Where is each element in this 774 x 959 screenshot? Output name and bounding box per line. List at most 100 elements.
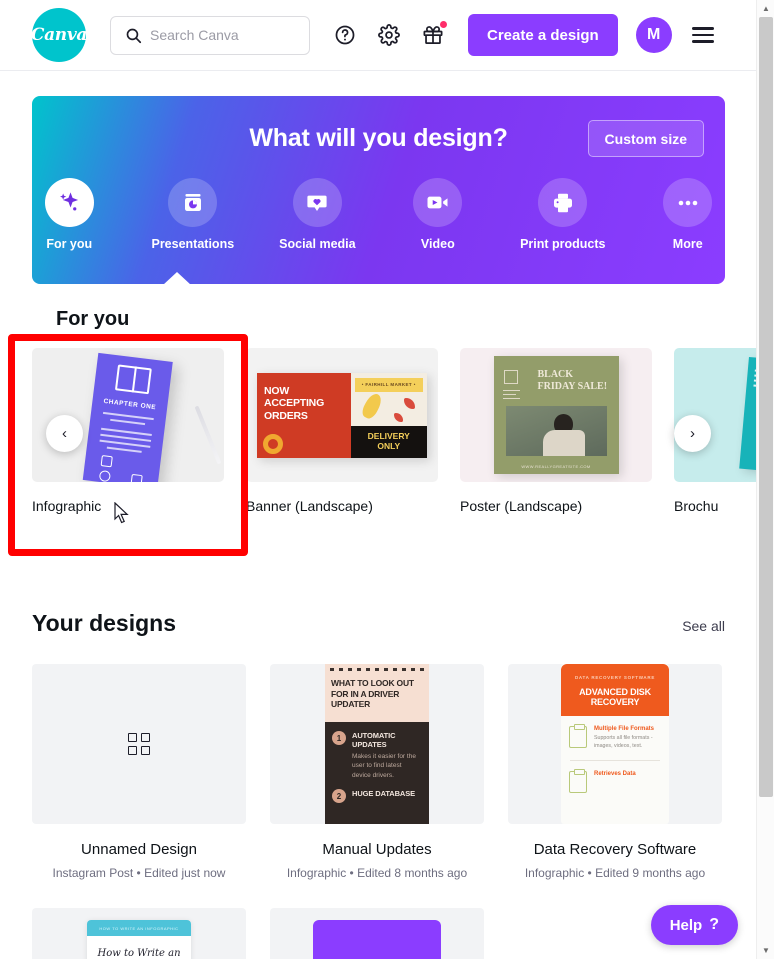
orange-slice-decoration <box>263 433 283 454</box>
help-button-label: Help <box>669 916 703 934</box>
category-label: Print products <box>520 237 606 251</box>
category-label: Social media <box>279 237 356 251</box>
category-print-products[interactable]: Print products <box>520 178 606 251</box>
search-input[interactable] <box>142 16 341 54</box>
chart-icon <box>569 768 587 793</box>
banner-line-1: NOW <box>264 384 290 397</box>
thumbnail-eyebrow: HOW TO WRITE AN INFOGRAPHIC <box>87 920 191 936</box>
poster-mockup: BLACK FRIDAY SALE! WWW.REALLYGREATSITE.C… <box>493 356 619 474</box>
scrollbar-up-arrow[interactable]: ▲ <box>757 0 774 17</box>
question-mark-icon: ? <box>709 916 719 933</box>
poster-line-2: FRIDAY SALE! <box>537 381 608 393</box>
for-you-card-label: Poster (Landscape) <box>460 498 583 514</box>
page-scrollbar[interactable]: ▲ ▼ <box>756 0 774 959</box>
canva-logo[interactable]: Canva <box>30 8 88 62</box>
purple-placeholder-thumbnail <box>313 920 441 959</box>
for-you-card-label: Banner (Landscape) <box>246 498 373 514</box>
create-a-design-button[interactable]: Create a design <box>468 14 618 56</box>
gift-icon[interactable] <box>420 21 447 48</box>
design-name: Unnamed Design <box>81 841 197 858</box>
strawberry-decoration <box>404 397 415 409</box>
category-label: Video <box>420 237 455 251</box>
gear-icon[interactable] <box>376 22 402 48</box>
your-designs-title: Your designs <box>32 610 176 636</box>
hero-category-row: For you Presentations Social media Video… <box>32 178 725 251</box>
step-body: Makes it easier for the user to find lat… <box>352 753 416 779</box>
design-name: Data Recovery Software <box>533 841 697 858</box>
poster-line-1: BLACK <box>537 369 574 380</box>
poster-logo-square <box>503 370 518 384</box>
step-title: HUGE DATABASE <box>352 789 416 799</box>
design-card[interactable]: Unnamed Design Instagram Post • Edited j… <box>32 664 246 880</box>
printer-icon <box>538 178 588 227</box>
search-box[interactable] <box>110 15 341 55</box>
banner-thumbnail: NOW ACCEPTING ORDERS • FAIRHILL MARKET • <box>246 348 438 482</box>
feature-body: Supports all file formats - images, vide… <box>594 735 653 749</box>
thumbnail-title: How to Write an <box>97 948 181 959</box>
design-card[interactable]: WHAT TO LOOK OUT FOR IN A DRIVER UPDATER… <box>270 664 484 880</box>
for-you-card-poster[interactable]: BLACK FRIDAY SALE! WWW.REALLYGREATSITE.C… <box>460 348 652 533</box>
category-for-you[interactable]: For you <box>32 178 106 251</box>
category-presentations[interactable]: Presentations <box>151 178 234 251</box>
open-book-icon <box>113 364 151 395</box>
your-designs-section: Your designs See all Unnamed Design Inst… <box>32 610 725 880</box>
canva-homepage: Canva Search Canva Create a design M Wha… <box>0 0 774 959</box>
hero-banner: What will you design? Custom size For yo… <box>32 96 725 284</box>
scrollbar-thumb[interactable] <box>759 17 773 797</box>
design-meta: Infographic • Edited 9 months ago <box>524 866 706 880</box>
design-card[interactable]: DATA RECOVERY SOFTWARE ADVANCED DISK REC… <box>508 664 722 880</box>
category-video[interactable]: Video <box>401 178 475 251</box>
strawberry-decoration <box>394 412 403 422</box>
sparkle-icon <box>44 178 94 227</box>
grid-placeholder-icon <box>128 733 150 755</box>
hamburger-menu-icon[interactable] <box>691 27 714 43</box>
how-to-write-an-thumbnail: HOW TO WRITE AN INFOGRAPHIC How to Write… <box>87 920 191 959</box>
your-designs-grid: Unnamed Design Instagram Post • Edited j… <box>32 664 725 880</box>
design-thumbnail-partial[interactable]: HOW TO WRITE AN INFOGRAPHIC How to Write… <box>32 908 246 959</box>
design-thumbnail-partial[interactable] <box>270 908 484 959</box>
design-thumbnail <box>32 664 246 824</box>
help-button[interactable]: Help ? <box>650 905 738 945</box>
search-container <box>110 15 341 55</box>
step-number: 1 <box>332 731 346 745</box>
canva-logo-text: Canva <box>30 25 88 45</box>
pencil-decoration <box>194 405 222 465</box>
design-thumbnail: DATA RECOVERY SOFTWARE ADVANCED DISK REC… <box>508 664 722 824</box>
scrollbar-track[interactable] <box>757 17 774 942</box>
carousel-next-button[interactable]: › <box>674 415 711 452</box>
see-all-link[interactable]: See all <box>682 618 725 634</box>
design-meta: Infographic • Edited 8 months ago <box>286 866 468 880</box>
carousel-prev-button[interactable]: ‹ <box>46 415 83 452</box>
for-you-cards-row: CHAPTER ONE Infographic NOW ACCEPTING OR… <box>32 348 774 533</box>
banner-line-2: ACCEPTING <box>264 397 325 410</box>
banner-delivery-line-2: ONLY <box>377 440 401 451</box>
category-more[interactable]: More <box>651 178 725 251</box>
category-label: Presentations <box>151 237 235 251</box>
poster-photo <box>505 406 607 456</box>
driver-updater-infographic: WHAT TO LOOK OUT FOR IN A DRIVER UPDATER… <box>325 664 429 824</box>
for-you-card-banner[interactable]: NOW ACCEPTING ORDERS • FAIRHILL MARKET • <box>246 348 438 533</box>
top-header: Canva Search Canva Create a design M <box>0 0 756 71</box>
banana-decoration <box>359 390 384 421</box>
help-circle-icon[interactable] <box>332 22 358 48</box>
ellipsis-icon <box>663 178 713 227</box>
infographic-heading: WHAT TO LOOK OUT FOR IN A DRIVER UPDATER <box>331 678 414 710</box>
disk-recovery-infographic: DATA RECOVERY SOFTWARE ADVANCED DISK REC… <box>561 664 669 824</box>
custom-size-button[interactable]: Custom size <box>587 120 704 157</box>
brochure-mockup: CHAPTER ONE <box>82 352 173 482</box>
for-you-section: For you CHAPTER ONE Infographic NOW ACCE… <box>32 284 774 564</box>
design-thumbnail: WHAT TO LOOK OUT FOR IN A DRIVER UPDATER… <box>270 664 484 824</box>
for-you-title: For you <box>56 308 130 330</box>
infographic-eyebrow: DATA RECOVERY SOFTWARE <box>574 675 656 680</box>
presentation-icon <box>168 178 218 227</box>
category-label: More <box>672 237 703 251</box>
step-number: 2 <box>332 789 346 804</box>
header-icon-group <box>332 21 447 48</box>
design-meta: Instagram Post • Edited just now <box>52 866 226 880</box>
category-social-media[interactable]: Social media <box>279 178 356 251</box>
scrollbar-down-arrow[interactable]: ▼ <box>757 942 774 959</box>
design-name: Manual Updates <box>322 841 432 858</box>
category-label: For you <box>46 237 93 251</box>
feature-title: Multiple File Formats <box>594 726 655 732</box>
avatar[interactable]: M <box>635 17 672 53</box>
